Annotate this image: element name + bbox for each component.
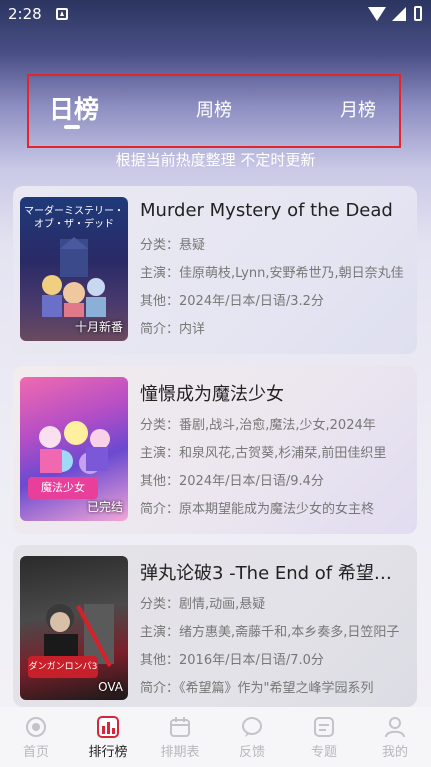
- poster-title: マーダーミステリー・オブ・ザ・デッド: [24, 206, 124, 230]
- card-title: Murder Mystery of the Dead: [140, 200, 393, 221]
- nav-label: 反馈: [238, 745, 265, 760]
- anime-card[interactable]: マーダーミステリー・オブ・ザ・デッド 十月新番 Murder Mystery o…: [13, 186, 417, 354]
- poster-badge: OVA: [98, 680, 123, 694]
- status-bar: 2:28: [0, 0, 431, 30]
- poster-title: ダンガンロンパ3: [28, 656, 98, 678]
- card-title: 弹丸论破3 -The End of 希望之峰学园: [140, 563, 408, 584]
- card-intro: 简介：原本期望能成为魔法少女的女主柊: [140, 502, 375, 517]
- card-category: 分类：剧情,动画,悬疑: [140, 597, 266, 612]
- poster-image: 魔法少女 已完结: [20, 377, 128, 521]
- tab-weekly[interactable]: 周榜: [196, 96, 232, 122]
- card-intro: 简介：内详: [140, 322, 206, 337]
- ranking-icon: [97, 716, 119, 738]
- poster-image: マーダーミステリー・オブ・ザ・デッド 十月新番: [20, 197, 128, 341]
- card-cast: 主演：佳原萌枝,Lynn,安野希世乃,朝日奈丸佳: [140, 266, 404, 281]
- nav-label: 排行榜: [88, 745, 128, 760]
- status-time: 2:28: [8, 5, 42, 23]
- card-other: 其他：2024年/日本/日语/3.2分: [140, 294, 324, 309]
- tab-monthly[interactable]: 月榜: [340, 96, 376, 122]
- nav-label: 专题: [310, 745, 337, 760]
- card-other: 其他：2016年/日本/日语/7.0分: [140, 653, 324, 668]
- card-category: 分类：悬疑: [140, 238, 206, 253]
- notification-icon: [56, 8, 68, 20]
- anime-card[interactable]: ダンガンロンパ3 OVA 弹丸论破3 -The End of 希望之峰学园 分类…: [13, 545, 417, 707]
- nav-label: 我的: [381, 745, 408, 760]
- feedback-icon: [242, 717, 262, 737]
- signal-icon: [392, 7, 406, 21]
- nav-schedule[interactable]: 排期表: [144, 707, 216, 767]
- poster-badge: 十月新番: [74, 320, 123, 334]
- topic-icon: [314, 717, 334, 737]
- bottom-nav: 首页 排行榜 排期表 反馈 专题 我的: [0, 707, 431, 767]
- calendar-icon: [170, 717, 190, 737]
- tab-daily[interactable]: 日榜: [49, 90, 99, 126]
- nav-ranking[interactable]: 排行榜: [72, 707, 144, 767]
- battery-icon: [414, 6, 422, 21]
- poster-badge: 已完结: [86, 500, 123, 514]
- card-title: 憧憬成为魔法少女: [140, 384, 284, 405]
- card-category: 分类：番剧,战斗,治愈,魔法,少女,2024年: [140, 418, 376, 433]
- nav-feedback[interactable]: 反馈: [216, 707, 288, 767]
- nav-label: 排期表: [160, 745, 200, 760]
- wifi-icon: [368, 7, 386, 21]
- home-icon: [26, 717, 46, 737]
- card-cast: 主演：绪方惠美,斋藤千和,本乡奏多,日笠阳子: [140, 625, 400, 640]
- card-intro: 简介：《希望篇》作为"希望之峰学园系列: [140, 681, 374, 696]
- anime-card[interactable]: 魔法少女 已完结 憧憬成为魔法少女 分类：番剧,战斗,治愈,魔法,少女,2024…: [13, 366, 417, 534]
- poster-image: ダンガンロンパ3 OVA: [20, 556, 128, 700]
- card-cast: 主演：和泉风花,古贺葵,杉浦栞,前田佳织里: [140, 446, 387, 461]
- nav-topic[interactable]: 专题: [288, 707, 360, 767]
- tab-indicator: [64, 125, 80, 129]
- nav-profile[interactable]: 我的: [359, 707, 431, 767]
- nav-home[interactable]: 首页: [0, 707, 72, 767]
- nav-label: 首页: [22, 745, 49, 760]
- ranking-subtitle: 根据当前热度整理 不定时更新: [115, 151, 316, 169]
- profile-icon: [385, 717, 405, 738]
- poster-title: 魔法少女: [28, 477, 98, 499]
- card-other: 其他：2024年/日本/日语/9.4分: [140, 474, 324, 489]
- poster-art-icon: [42, 237, 106, 317]
